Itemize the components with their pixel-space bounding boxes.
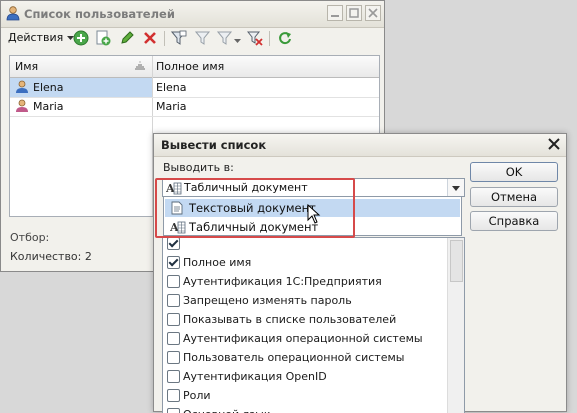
delete-icon[interactable] [142, 30, 158, 46]
cancel-button[interactable]: Отмена [470, 187, 558, 207]
user-icon [16, 99, 28, 112]
field-label: Роли [183, 389, 211, 402]
field-checkbox[interactable] [167, 238, 180, 250]
field-row[interactable]: Пользователь операционной системы [163, 348, 447, 367]
column-header-full-name[interactable]: Полное имя [156, 60, 224, 73]
scrollbar-thumb[interactable] [450, 240, 463, 282]
field-row[interactable]: Запрещено изменять пароль [163, 291, 447, 310]
field-checkbox[interactable] [167, 370, 180, 383]
sort-icon[interactable] [134, 61, 146, 71]
fields-checklist[interactable]: Полное имя Аутентификация 1С:Предприятия З… [162, 237, 465, 413]
field-checkbox[interactable] [167, 294, 180, 307]
field-checkbox[interactable] [167, 351, 180, 364]
edit-icon[interactable] [119, 30, 135, 46]
field-row[interactable]: Аутентификация 1С:Предприятия [163, 272, 447, 291]
field-label: Показывать в списке пользователей [183, 313, 397, 326]
field-checkbox[interactable] [167, 408, 180, 413]
user-full-name-cell: Elena [156, 81, 187, 94]
help-button[interactable]: Справка [470, 211, 558, 231]
chevron-down-icon [234, 39, 241, 43]
toolbar-separator [269, 31, 270, 46]
field-checkbox[interactable] [167, 275, 180, 288]
user-icon [6, 6, 20, 21]
count-label: Количество: 2 [10, 250, 92, 263]
field-checkbox[interactable] [167, 332, 180, 345]
field-label: Аутентификация 1С:Предприятия [183, 275, 382, 288]
close-window-button[interactable] [365, 5, 381, 21]
minimize-icon [331, 15, 339, 17]
column-header-name[interactable]: Имя [15, 60, 38, 73]
field-label: Запрещено изменять пароль [183, 294, 352, 307]
maximize-icon [349, 8, 359, 18]
filter-label: Отбор: [10, 231, 50, 244]
output-to-label: Выводить в: [163, 161, 234, 174]
user-name-cell: Elena [33, 81, 64, 94]
filter-icon[interactable] [171, 30, 187, 46]
clear-filter-icon[interactable] [247, 30, 263, 46]
field-row[interactable]: Показывать в списке пользователей [163, 310, 447, 329]
dropdown-arrow-icon[interactable] [447, 179, 464, 196]
add-copy-icon[interactable] [95, 30, 111, 46]
vertical-scrollbar[interactable] [447, 238, 464, 413]
mouse-cursor-icon [307, 204, 321, 224]
actions-menu-label: Действия [8, 31, 64, 44]
users-window-titlebar: Список пользователей [1, 1, 384, 28]
field-row[interactable]: Роли [163, 386, 447, 405]
highlight-annotation [155, 178, 355, 238]
dialog-titlebar: Вывести список [154, 134, 566, 157]
field-label: Полное имя [183, 256, 252, 269]
filter-dropdown-icon[interactable] [217, 30, 233, 46]
users-window-title: Список пользователей [24, 7, 175, 21]
users-toolbar: Действия [1, 28, 384, 50]
selected-cell [10, 78, 152, 97]
field-label: Основной язык [183, 408, 270, 413]
filter-list-icon[interactable] [195, 30, 211, 46]
users-table-header: Имя Полное имя [10, 56, 379, 78]
field-checkbox[interactable] [167, 256, 180, 269]
output-list-dialog: Вывести список Выводить в: A Табличный д… [153, 133, 567, 413]
field-checkbox[interactable] [167, 389, 180, 402]
user-name-cell: Maria [33, 100, 64, 113]
field-row[interactable] [163, 238, 447, 253]
user-icon [16, 80, 28, 93]
toolbar-separator [164, 31, 165, 46]
actions-menu[interactable]: Действия [8, 31, 75, 44]
minimize-button[interactable] [327, 5, 343, 21]
add-icon[interactable] [73, 30, 89, 46]
field-label: Пользователь операционной системы [183, 351, 405, 364]
field-row[interactable]: Полное имя [163, 253, 447, 272]
field-checkbox[interactable] [167, 313, 180, 326]
field-label: Аутентификация операционной системы [183, 332, 423, 345]
field-row[interactable]: Аутентификация операционной системы [163, 329, 447, 348]
table-row[interactable]: Maria Maria [10, 97, 379, 117]
refresh-icon[interactable] [277, 30, 293, 46]
close-icon [368, 8, 378, 18]
field-row[interactable]: Аутентификация OpenID [163, 367, 447, 386]
table-row[interactable]: Elena Elena [10, 78, 379, 98]
close-icon[interactable] [548, 138, 560, 150]
dialog-title: Вывести список [161, 138, 267, 152]
ok-button[interactable]: OK [470, 162, 558, 182]
maximize-button[interactable] [346, 5, 362, 21]
user-full-name-cell: Maria [156, 100, 187, 113]
field-label: Аутентификация OpenID [183, 370, 327, 383]
